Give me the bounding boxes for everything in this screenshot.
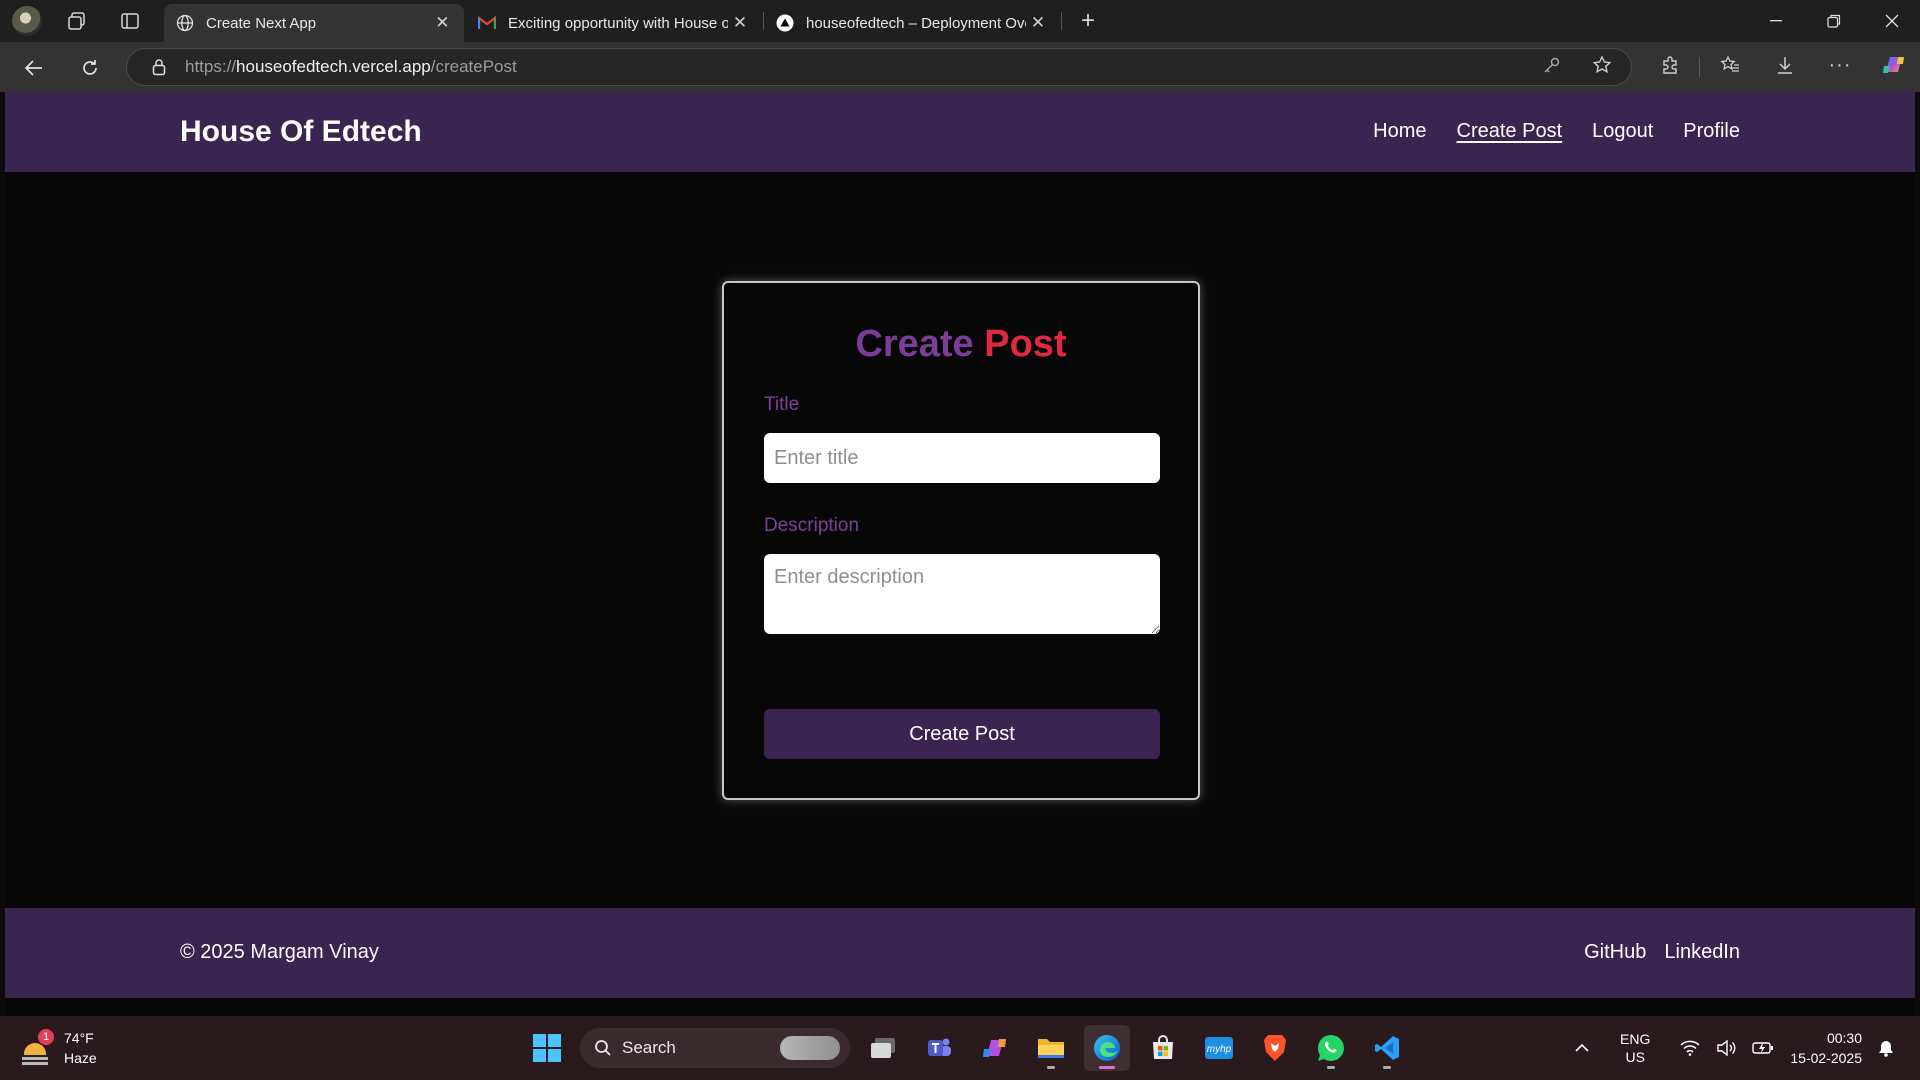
copyright-text: © 2025 Margam Vinay [180, 941, 379, 963]
volume-icon[interactable] [1716, 1040, 1736, 1056]
weather-desc: Haze [64, 1050, 97, 1066]
url-text: https://houseofedtech.vercel.app/createP… [185, 57, 517, 77]
weather-haze-icon: 1 [20, 1029, 54, 1063]
tab-create-next-app[interactable]: Create Next App ✕ [164, 4, 464, 42]
description-textarea[interactable] [764, 554, 1160, 634]
clock[interactable]: 00:30 15-02-2025 [1790, 1028, 1862, 1068]
nav-create-post-link[interactable]: Create Post [1457, 120, 1563, 143]
password-key-icon[interactable] [1538, 51, 1566, 79]
lock-icon[interactable] [149, 58, 169, 76]
address-bar-row: https://houseofedtech.vercel.app/createP… [0, 42, 1920, 92]
form-title: Create Post [724, 323, 1198, 366]
downloads-icon[interactable] [1771, 51, 1799, 79]
linkedin-link[interactable]: LinkedIn [1664, 941, 1740, 964]
create-post-card: Create Post Title Description Create Pos… [722, 281, 1200, 800]
refresh-icon[interactable] [76, 54, 104, 82]
system-tray: ENG US 00:30 15-02-2025 [1574, 1024, 1894, 1072]
weather-temp: 74°F [64, 1030, 94, 1046]
weather-widget[interactable]: 1 74°F Haze [20, 1028, 97, 1068]
close-window-icon[interactable] [1864, 0, 1920, 42]
site-nav: Home Create Post Logout Profile [1373, 120, 1740, 143]
weather-text: 74°F Haze [64, 1028, 97, 1068]
weather-badge: 1 [38, 1029, 54, 1045]
extensions-icon[interactable] [1656, 51, 1684, 79]
toolbar-divider [1699, 57, 1700, 77]
url-host: houseofedtech.vercel.app [236, 57, 431, 76]
clock-date: 15-02-2025 [1790, 1050, 1862, 1066]
workspaces-icon[interactable] [64, 8, 90, 34]
search-highlight-icon [780, 1036, 840, 1060]
taskbar-apps: Search myhp [524, 1024, 1410, 1072]
language-line2: US [1625, 1049, 1645, 1065]
language-indicator[interactable]: ENG US [1620, 1030, 1650, 1066]
nav-home-link[interactable]: Home [1373, 120, 1426, 143]
wifi-icon[interactable] [1680, 1040, 1700, 1056]
close-tab-icon[interactable]: ✕ [433, 13, 452, 33]
task-view-icon[interactable] [860, 1025, 906, 1071]
tab-divider [1061, 12, 1062, 30]
file-explorer-icon[interactable] [1028, 1025, 1074, 1071]
minimize-icon[interactable] [1748, 0, 1804, 42]
form-title-part1: Create [855, 323, 974, 365]
edge-icon[interactable] [1084, 1025, 1130, 1071]
vscode-icon[interactable] [1364, 1025, 1410, 1071]
search-icon [594, 1039, 612, 1057]
site-brand[interactable]: House Of Edtech [180, 115, 422, 149]
favorite-star-icon[interactable] [1588, 51, 1616, 79]
windows-start-icon[interactable] [524, 1025, 570, 1071]
vercel-icon [776, 14, 794, 32]
battery-icon[interactable] [1752, 1041, 1774, 1055]
search-label: Search [622, 1038, 676, 1057]
teams-icon[interactable] [916, 1025, 962, 1071]
copilot-icon[interactable] [1880, 51, 1908, 79]
tab-label: Exciting opportunity with House of [508, 14, 728, 32]
site-header: House Of Edtech Home Create Post Logout … [5, 92, 1915, 172]
restore-icon[interactable] [1806, 0, 1862, 42]
back-icon[interactable] [20, 54, 48, 82]
favorites-icon[interactable] [1716, 51, 1744, 79]
footer-links: GitHub LinkedIn [1584, 941, 1740, 964]
tab-vercel[interactable]: houseofedtech – Deployment Ove ✕ [764, 4, 1060, 42]
brave-icon[interactable] [1252, 1025, 1298, 1071]
create-post-button[interactable]: Create Post [764, 709, 1160, 759]
url-field[interactable]: https://houseofedtech.vercel.app/createP… [126, 48, 1632, 86]
nav-logout-link[interactable]: Logout [1592, 120, 1653, 143]
nav-profile-link[interactable]: Profile [1683, 120, 1740, 143]
url-scheme: https:// [185, 57, 237, 76]
profile-avatar[interactable] [12, 6, 42, 36]
title-label: Title [764, 394, 800, 415]
vertical-tabs-icon[interactable] [117, 8, 143, 34]
form-title-part2: Post [984, 323, 1067, 365]
title-input[interactable] [764, 433, 1160, 483]
url-path: /createPost [430, 57, 517, 76]
new-tab-icon[interactable]: + [1075, 7, 1101, 34]
globe-icon [176, 14, 194, 32]
copilot-app-icon[interactable] [972, 1025, 1018, 1071]
svg-text:myhp: myhp [1207, 1044, 1232, 1055]
browser-tab-bar: Create Next App ✕ Exciting opportunity w… [0, 0, 1920, 42]
site-footer: © 2025 Margam Vinay GitHub LinkedIn [5, 908, 1915, 998]
notification-bell-icon[interactable] [1878, 1039, 1894, 1057]
github-link[interactable]: GitHub [1584, 941, 1646, 964]
show-hidden-icons-icon[interactable] [1574, 1043, 1590, 1053]
windows-taskbar: 1 74°F Haze Search myhp ENG US 00:30 15-… [0, 1016, 1920, 1080]
clock-time: 00:30 [1826, 1030, 1862, 1046]
close-tab-icon[interactable]: ✕ [1028, 13, 1048, 33]
description-label: Description [764, 515, 860, 536]
more-menu-icon[interactable]: ··· [1826, 51, 1854, 79]
whatsapp-icon[interactable] [1308, 1025, 1354, 1071]
web-page: House Of Edtech Home Create Post Logout … [5, 92, 1915, 1016]
taskbar-search[interactable]: Search [580, 1028, 850, 1068]
close-tab-icon[interactable]: ✕ [730, 13, 750, 33]
myhp-icon[interactable]: myhp [1196, 1025, 1242, 1071]
tab-label: houseofedtech – Deployment Ove [806, 14, 1026, 32]
microsoft-store-icon[interactable] [1140, 1025, 1186, 1071]
language-line1: ENG [1620, 1031, 1651, 1047]
tab-gmail[interactable]: Exciting opportunity with House of ✕ [466, 4, 762, 42]
gmail-icon [478, 14, 496, 32]
tab-label: Create Next App [206, 14, 317, 32]
